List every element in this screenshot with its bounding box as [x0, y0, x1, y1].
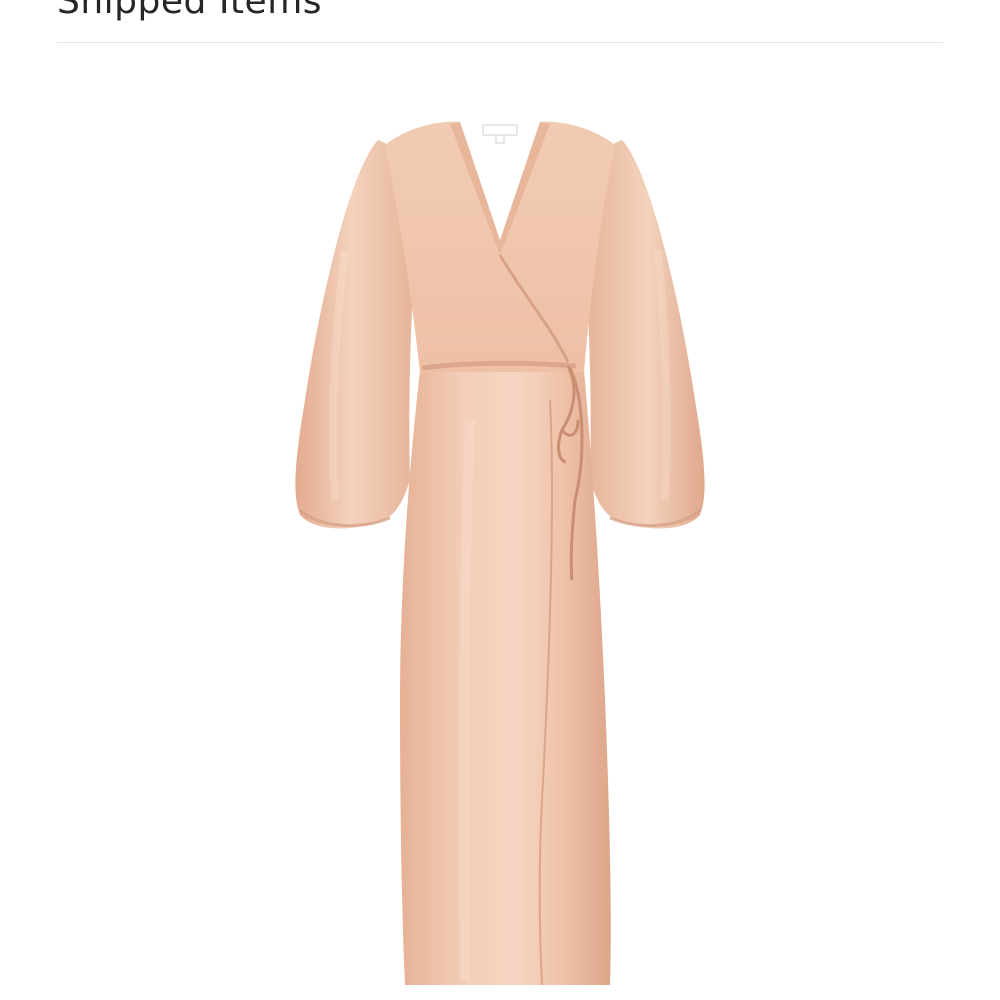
label-tag-icon	[482, 124, 518, 136]
shipped-items-header: Shipped Items	[57, 0, 943, 43]
wrap-dress-image	[295, 121, 705, 986]
section-title: Shipped Items	[57, 0, 323, 22]
skirt	[400, 370, 611, 985]
product-image[interactable]	[250, 100, 750, 1000]
